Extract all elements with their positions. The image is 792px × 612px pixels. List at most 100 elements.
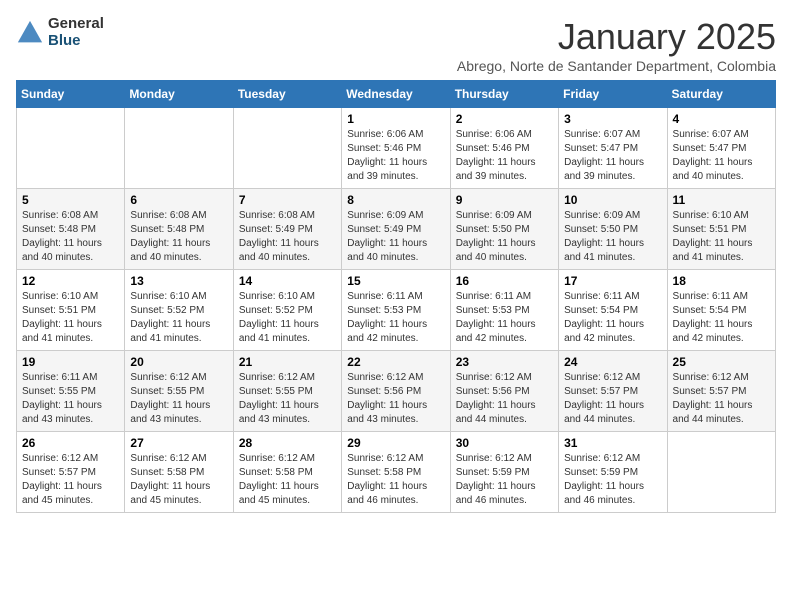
day-number: 6 <box>130 193 227 207</box>
day-info: Sunrise: 6:12 AMSunset: 5:57 PMDaylight:… <box>22 452 119 508</box>
day-number: 5 <box>22 193 119 207</box>
day-number: 12 <box>22 274 119 288</box>
calendar-day-cell: 5 Sunrise: 6:08 AMSunset: 5:48 PMDaylight… <box>17 189 125 270</box>
calendar-day-cell: 15 Sunrise: 6:11 AMSunset: 5:53 PMDayligh… <box>342 270 450 351</box>
calendar-day-cell: 22Sunrise: 6:12 AMSunset: 5:56 PMDayligh… <box>342 351 450 432</box>
calendar-day-cell: 7 Sunrise: 6:08 AMSunset: 5:49 PMDaylight… <box>233 189 341 270</box>
calendar-day-cell: 18 Sunrise: 6:11 AMSunset: 5:54 PMDayligh… <box>667 270 775 351</box>
day-info: Sunrise: 6:08 AMSunset: 5:49 PMDaylight:… <box>239 209 336 265</box>
title-area: January 2025 Abrego, Norte de Santander … <box>457 16 776 74</box>
calendar-week-row: 1 Sunrise: 6:06 AMSunset: 5:46 PMDaylight… <box>17 108 776 189</box>
day-info: Sunrise: 6:11 AMSunset: 5:55 PMDaylight:… <box>22 371 119 427</box>
day-of-week-header: Tuesday <box>233 81 341 108</box>
day-info: Sunrise: 6:09 AMSunset: 5:50 PMDaylight:… <box>456 209 553 265</box>
day-info: Sunrise: 6:12 AMSunset: 5:55 PMDaylight:… <box>130 371 227 427</box>
calendar-week-row: 5 Sunrise: 6:08 AMSunset: 5:48 PMDaylight… <box>17 189 776 270</box>
day-info: Sunrise: 6:11 AMSunset: 5:53 PMDaylight:… <box>456 290 553 346</box>
day-info: Sunrise: 6:06 AMSunset: 5:46 PMDaylight:… <box>347 128 444 184</box>
day-number: 21 <box>239 355 336 369</box>
day-number: 2 <box>456 112 553 126</box>
calendar-day-cell: 3Sunrise: 6:07 AMSunset: 5:47 PMDaylight… <box>559 108 667 189</box>
day-info: Sunrise: 6:12 AMSunset: 5:56 PMDaylight:… <box>347 371 444 427</box>
calendar-day-cell: 8 Sunrise: 6:09 AMSunset: 5:49 PMDaylight… <box>342 189 450 270</box>
calendar-day-cell: 14Sunrise: 6:10 AMSunset: 5:52 PMDayligh… <box>233 270 341 351</box>
day-number: 18 <box>673 274 770 288</box>
calendar-day-cell: 6Sunrise: 6:08 AMSunset: 5:48 PMDaylight… <box>125 189 233 270</box>
calendar-table: SundayMondayTuesdayWednesdayThursdayFrid… <box>16 80 776 513</box>
day-number: 28 <box>239 436 336 450</box>
day-of-week-header: Friday <box>559 81 667 108</box>
calendar-day-cell: 1 Sunrise: 6:06 AMSunset: 5:46 PMDaylight… <box>342 108 450 189</box>
day-number: 15 <box>347 274 444 288</box>
calendar-day-cell: 27Sunrise: 6:12 AMSunset: 5:58 PMDayligh… <box>125 432 233 513</box>
calendar-day-cell: 21 Sunrise: 6:12 AMSunset: 5:55 PMDayligh… <box>233 351 341 432</box>
day-info: Sunrise: 6:09 AMSunset: 5:49 PMDaylight:… <box>347 209 444 265</box>
calendar-day-cell: 13Sunrise: 6:10 AMSunset: 5:52 PMDayligh… <box>125 270 233 351</box>
logo-icon <box>16 19 44 47</box>
day-info: Sunrise: 6:11 AMSunset: 5:54 PMDaylight:… <box>673 290 770 346</box>
day-number: 13 <box>130 274 227 288</box>
calendar-day-cell: 23 Sunrise: 6:12 AMSunset: 5:56 PMDayligh… <box>450 351 558 432</box>
calendar-day-cell: 25Sunrise: 6:12 AMSunset: 5:57 PMDayligh… <box>667 351 775 432</box>
day-info: Sunrise: 6:08 AMSunset: 5:48 PMDaylight:… <box>22 209 119 265</box>
day-number: 19 <box>22 355 119 369</box>
calendar-day-cell: 4 Sunrise: 6:07 AMSunset: 5:47 PMDaylight… <box>667 108 775 189</box>
day-number: 20 <box>130 355 227 369</box>
day-info: Sunrise: 6:06 AMSunset: 5:46 PMDaylight:… <box>456 128 553 184</box>
day-info: Sunrise: 6:12 AMSunset: 5:57 PMDaylight:… <box>673 371 770 427</box>
day-info: Sunrise: 6:11 AMSunset: 5:53 PMDaylight:… <box>347 290 444 346</box>
day-info: Sunrise: 6:12 AMSunset: 5:58 PMDaylight:… <box>347 452 444 508</box>
day-number: 23 <box>456 355 553 369</box>
day-number: 1 <box>347 112 444 126</box>
day-number: 3 <box>564 112 661 126</box>
day-number: 27 <box>130 436 227 450</box>
calendar-day-cell: 2 Sunrise: 6:06 AMSunset: 5:46 PMDaylight… <box>450 108 558 189</box>
calendar-day-cell: 24Sunrise: 6:12 AMSunset: 5:57 PMDayligh… <box>559 351 667 432</box>
day-of-week-header: Thursday <box>450 81 558 108</box>
day-info: Sunrise: 6:12 AMSunset: 5:57 PMDaylight:… <box>564 371 661 427</box>
day-of-week-header: Sunday <box>17 81 125 108</box>
day-number: 7 <box>239 193 336 207</box>
day-info: Sunrise: 6:12 AMSunset: 5:56 PMDaylight:… <box>456 371 553 427</box>
day-of-week-header: Wednesday <box>342 81 450 108</box>
calendar-day-cell <box>667 432 775 513</box>
day-info: Sunrise: 6:11 AMSunset: 5:54 PMDaylight:… <box>564 290 661 346</box>
calendar-day-cell <box>233 108 341 189</box>
day-info: Sunrise: 6:12 AMSunset: 5:59 PMDaylight:… <box>456 452 553 508</box>
day-number: 17 <box>564 274 661 288</box>
calendar-week-row: 26 Sunrise: 6:12 AMSunset: 5:57 PMDayligh… <box>17 432 776 513</box>
calendar-day-cell: 29 Sunrise: 6:12 AMSunset: 5:58 PMDayligh… <box>342 432 450 513</box>
logo-general-text: General <box>48 16 104 33</box>
page-header: General Blue January 2025 Abrego, Norte … <box>16 16 776 74</box>
day-info: Sunrise: 6:10 AMSunset: 5:52 PMDaylight:… <box>239 290 336 346</box>
day-of-week-header: Saturday <box>667 81 775 108</box>
day-info: Sunrise: 6:12 AMSunset: 5:59 PMDaylight:… <box>564 452 661 508</box>
day-number: 29 <box>347 436 444 450</box>
calendar-day-cell <box>17 108 125 189</box>
logo-blue-text: Blue <box>48 33 104 50</box>
calendar-day-cell: 10Sunrise: 6:09 AMSunset: 5:50 PMDayligh… <box>559 189 667 270</box>
calendar-day-cell: 26 Sunrise: 6:12 AMSunset: 5:57 PMDayligh… <box>17 432 125 513</box>
calendar-day-cell: 17 Sunrise: 6:11 AMSunset: 5:54 PMDayligh… <box>559 270 667 351</box>
day-number: 31 <box>564 436 661 450</box>
calendar-day-cell: 11Sunrise: 6:10 AMSunset: 5:51 PMDayligh… <box>667 189 775 270</box>
calendar-week-row: 19 Sunrise: 6:11 AMSunset: 5:55 PMDayligh… <box>17 351 776 432</box>
day-number: 8 <box>347 193 444 207</box>
logo-text: General Blue <box>48 16 104 49</box>
day-info: Sunrise: 6:12 AMSunset: 5:58 PMDaylight:… <box>239 452 336 508</box>
day-info: Sunrise: 6:07 AMSunset: 5:47 PMDaylight:… <box>673 128 770 184</box>
calendar-day-cell: 16Sunrise: 6:11 AMSunset: 5:53 PMDayligh… <box>450 270 558 351</box>
calendar-header-row: SundayMondayTuesdayWednesdayThursdayFrid… <box>17 81 776 108</box>
calendar-day-cell: 30Sunrise: 6:12 AMSunset: 5:59 PMDayligh… <box>450 432 558 513</box>
location-subtitle: Abrego, Norte de Santander Department, C… <box>457 58 776 74</box>
day-info: Sunrise: 6:12 AMSunset: 5:55 PMDaylight:… <box>239 371 336 427</box>
calendar-week-row: 12 Sunrise: 6:10 AMSunset: 5:51 PMDayligh… <box>17 270 776 351</box>
calendar-day-cell: 19 Sunrise: 6:11 AMSunset: 5:55 PMDayligh… <box>17 351 125 432</box>
day-number: 4 <box>673 112 770 126</box>
day-info: Sunrise: 6:10 AMSunset: 5:51 PMDaylight:… <box>22 290 119 346</box>
calendar-day-cell: 20 Sunrise: 6:12 AMSunset: 5:55 PMDayligh… <box>125 351 233 432</box>
day-number: 26 <box>22 436 119 450</box>
day-number: 9 <box>456 193 553 207</box>
day-number: 10 <box>564 193 661 207</box>
calendar-day-cell: 12 Sunrise: 6:10 AMSunset: 5:51 PMDayligh… <box>17 270 125 351</box>
